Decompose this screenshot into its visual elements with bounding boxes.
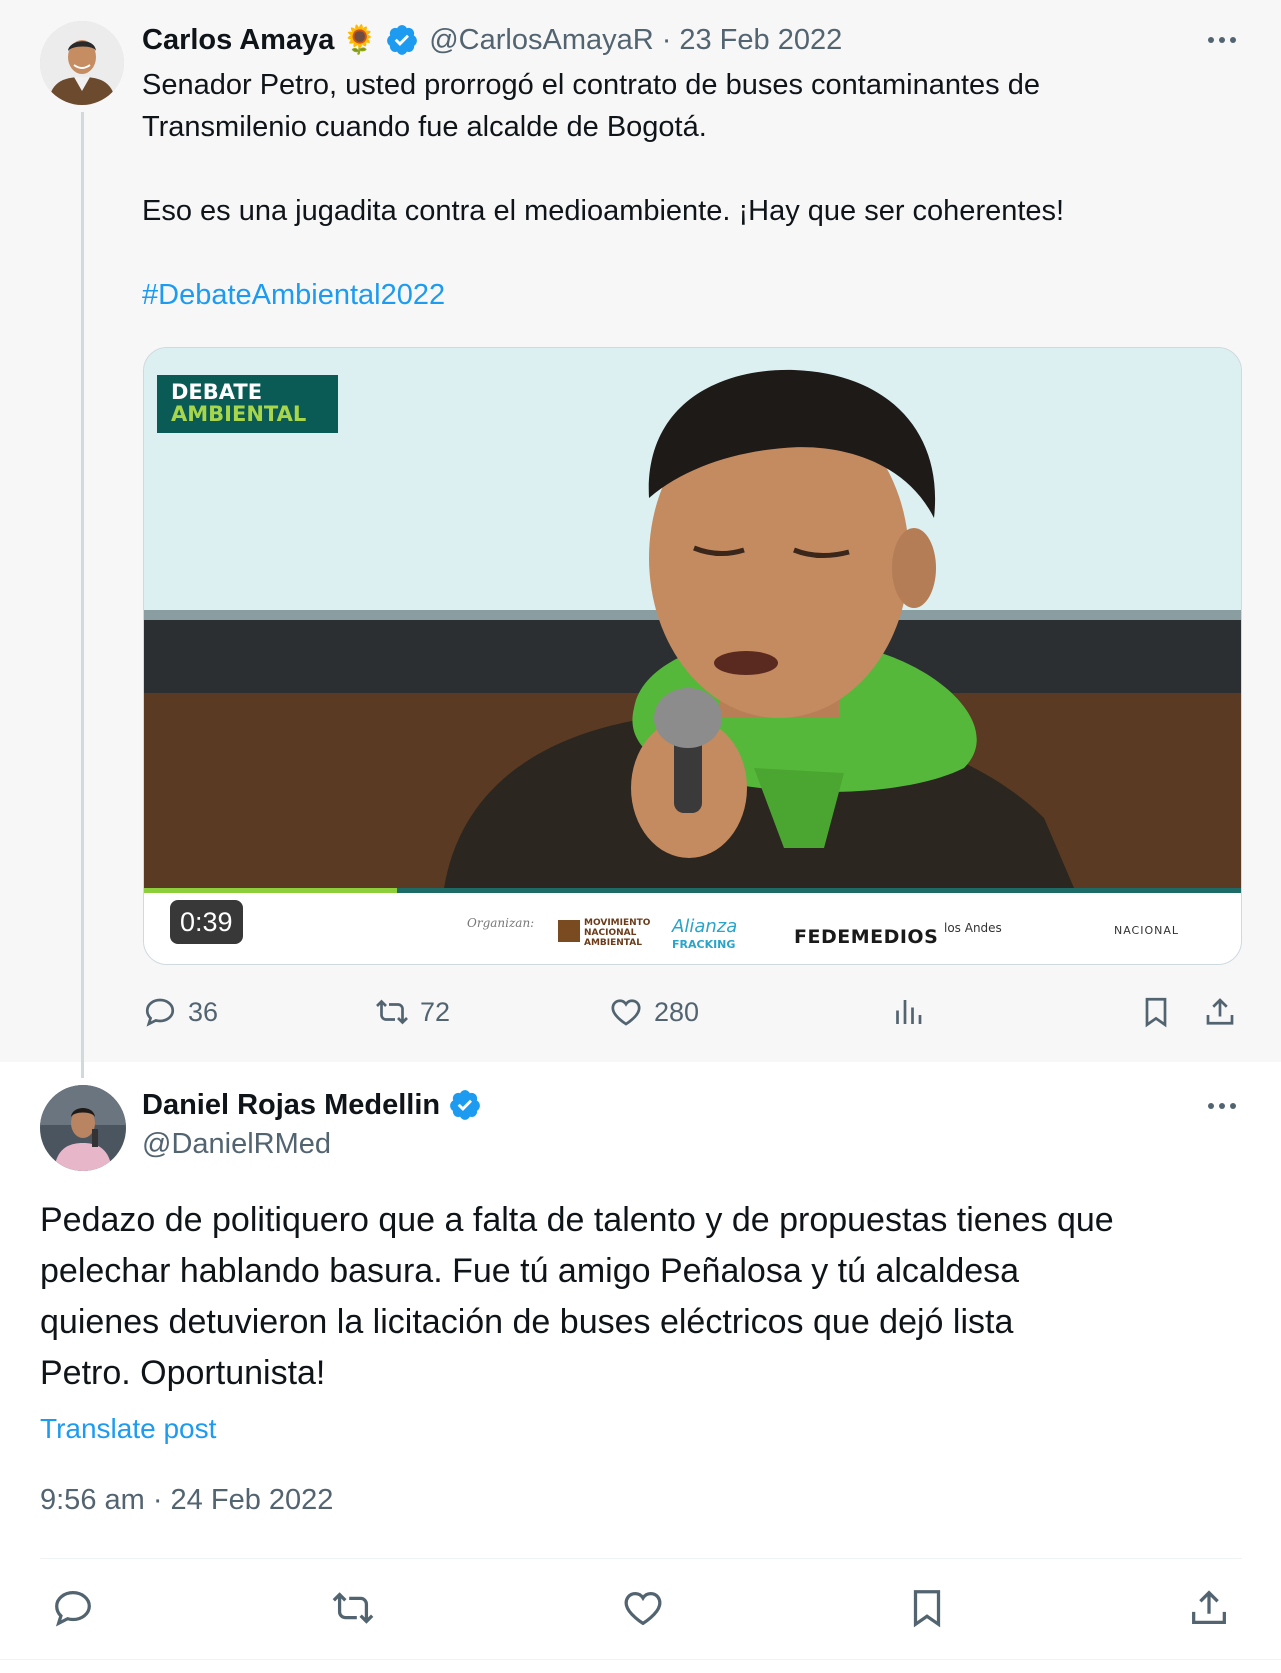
bookmark-button[interactable] [1138,990,1174,1034]
video-duration-badge: 0:39 [170,900,243,944]
tweet-text: Senador Petro, usted prorrogó el contrat… [142,64,1232,316]
sponsor-fedemedios: FEDEMEDIOS [794,926,939,948]
share-icon [1192,1590,1226,1625]
thread-connector-line [81,112,84,1078]
avatar[interactable] [40,21,124,105]
tweet-text-line: Transmilenio cuando fue alcalde de Bogot… [142,111,707,143]
sponsor-mna: MOVIMIENTO NACIONAL AMBIENTAL [584,918,651,948]
hashtag-link[interactable]: #DebateAmbiental2022 [142,279,445,311]
reply-tweet-actions [40,1585,1242,1631]
display-name[interactable]: Daniel Rojas Medellin [142,1089,440,1122]
like-button[interactable]: 280 [608,990,699,1034]
display-name[interactable]: Carlos Amaya [142,24,334,57]
repost-count: 72 [420,996,451,1027]
share-icon [1206,998,1234,1025]
parent-tweet-header: Carlos Amaya 🌻 @CarlosAmayaR · 23 Feb 20… [142,18,842,62]
logo-line: AMBIENTAL [171,402,307,426]
verified-badge-icon [450,1090,481,1120]
share-button[interactable] [1186,1585,1232,1631]
more-icon[interactable] [1202,20,1242,60]
tweet-text-line: Petro. Oportunista! [40,1354,326,1392]
logo-line: DEBATE [171,380,263,404]
separator-dot: · [661,23,672,56]
tweet-thread: Carlos Amaya 🌻 @CarlosAmayaR · 23 Feb 20… [0,0,1281,1673]
translate-post-link[interactable]: Translate post [40,1413,216,1445]
verified-badge-icon [387,25,418,55]
handle[interactable]: @CarlosAmayaR [429,24,653,57]
bookmark-button[interactable] [904,1585,950,1631]
reply-count: 36 [188,996,219,1027]
more-icon[interactable] [1202,1086,1242,1126]
tweet-text-line: Eso es una jugadita contra el medioambie… [142,195,1065,227]
reply-icon [55,1591,91,1627]
heart-icon [624,1591,662,1626]
share-button[interactable] [1202,990,1238,1034]
repost-button[interactable]: 72 [374,990,450,1034]
tweet-text-line: quienes detuvieron la licitación de buse… [40,1303,1014,1341]
like-button[interactable] [620,1585,666,1631]
repost-button[interactable] [330,1585,376,1631]
tweet-timestamp[interactable]: 9:56 am · 24 Feb 2022 [40,1484,333,1517]
tweet-text-line: Pedazo de politiquero que a falta de tal… [40,1201,1114,1239]
reply-button[interactable]: 36 [142,990,218,1034]
handle[interactable]: @DanielRMed [142,1128,331,1161]
tweet-text-line: pelechar hablando basura. Fue tú amigo P… [40,1252,1020,1290]
debate-ambiental-logo: DEBATE AMBIENTAL [157,375,338,433]
divider [40,1558,1242,1559]
avatar[interactable] [40,1085,126,1171]
sponsor-alianza: Alianza [672,916,738,937]
sponsor-alianza-sub: FRACKING [672,938,736,951]
tweet-date[interactable]: 23 Feb 2022 [679,24,842,57]
reply-button[interactable] [50,1585,96,1631]
reply-tweet-text: Pedazo de politiquero que a falta de tal… [40,1195,1250,1399]
tweet-text-line: Senador Petro, usted prorrogó el contrat… [142,69,1040,101]
views-button[interactable] [890,990,926,1034]
tweet-actions: 36 72 280 [142,990,1242,1034]
sponsors-label: Organizan: [467,916,535,930]
mna-logo [558,920,580,942]
video-player[interactable]: DEBATE AMBIENTAL Organizan: MOVIMIENTO N… [143,347,1242,965]
analytics-icon [896,1000,922,1024]
like-count: 280 [654,996,700,1027]
sponsor-unal: NACIONAL [1114,924,1180,937]
heart-icon [611,999,641,1026]
repost-icon [332,1592,374,1624]
repost-icon [376,999,408,1025]
reply-icon [145,998,175,1027]
sunflower-emoji: 🌻 [342,24,378,55]
divider [0,1659,1281,1660]
parent-tweet[interactable]: Carlos Amaya 🌻 @CarlosAmayaR · 23 Feb 20… [0,0,1281,1078]
bookmark-icon [1145,997,1167,1028]
bookmark-icon [913,1590,941,1628]
sponsor-andes: los Andes [944,921,1002,935]
reply-tweet-header: Daniel Rojas Medellin [142,1083,482,1127]
